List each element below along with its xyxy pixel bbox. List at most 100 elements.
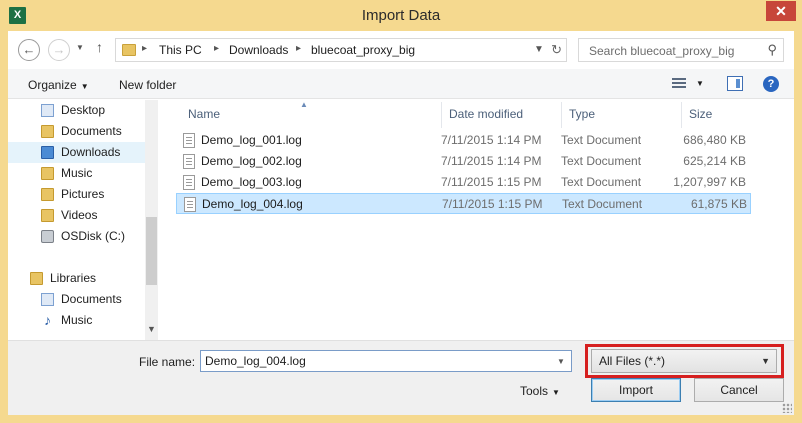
scrollbar-thumb[interactable] — [146, 217, 157, 285]
up-arrow-icon[interactable]: ↑ — [96, 39, 103, 55]
documents-library-icon — [41, 293, 54, 306]
address-dropdown-icon[interactable]: ▼ — [534, 44, 544, 55]
music-note-icon: ♪ — [44, 312, 51, 328]
resize-grip[interactable] — [782, 403, 792, 413]
nav-item-label: Libraries — [50, 271, 97, 285]
folder-icon — [122, 44, 136, 56]
chevron-down-icon[interactable]: ▼ — [557, 357, 565, 366]
documents-folder-icon — [41, 125, 54, 138]
text-file-icon — [183, 154, 195, 169]
column-header-size[interactable]: Size — [689, 107, 712, 121]
file-date: 7/11/2015 1:15 PM — [441, 175, 542, 189]
column-divider[interactable] — [441, 102, 442, 128]
file-type: Text Document — [561, 175, 642, 189]
preview-pane-icon[interactable] — [727, 76, 743, 91]
view-options-icon[interactable] — [672, 78, 686, 90]
disk-icon — [41, 230, 54, 243]
nav-item-library-music[interactable]: ♪ Music — [8, 310, 145, 331]
file-type: Text Document — [561, 133, 642, 147]
search-placeholder[interactable]: Search bluecoat_proxy_big — [589, 44, 734, 58]
import-button[interactable]: Import — [591, 378, 681, 402]
file-name: Demo_log_003.log — [201, 175, 302, 189]
new-folder-button[interactable]: New folder — [119, 78, 176, 92]
file-name-input[interactable] — [200, 350, 572, 372]
nav-item-desktop[interactable]: Desktop — [8, 100, 145, 121]
title-bar[interactable]: X Import Data ✕ — [0, 0, 802, 31]
navigation-pane: Desktop Documents Downloads Music Pictur… — [8, 100, 158, 340]
breadcrumb-chevron-icon[interactable]: ▸ — [214, 43, 219, 54]
breadcrumb-chevron-icon[interactable]: ▸ — [296, 43, 301, 54]
file-type-dropdown[interactable]: All Files (*.*) ▼ — [591, 349, 777, 373]
column-header-date-modified[interactable]: Date modified — [449, 107, 523, 121]
file-name: Demo_log_002.log — [201, 154, 302, 168]
dialog-body: ← → ▼ ↑ ▸ This PC ▸ Downloads ▸ bluecoat… — [8, 31, 794, 415]
column-divider[interactable] — [561, 102, 562, 128]
nav-item-label: OSDisk (C:) — [61, 229, 125, 243]
scroll-down-icon[interactable]: ▼ — [147, 324, 156, 334]
import-data-dialog: X Import Data ✕ ← → ▼ ↑ ▸ This PC ▸ Down… — [0, 0, 802, 423]
navigation-scrollbar[interactable]: ▼ — [145, 100, 158, 340]
file-name: Demo_log_004.log — [202, 197, 303, 211]
file-list: ▲ Name Date modified Type Size Demo_log_… — [168, 100, 794, 340]
file-name: Demo_log_001.log — [201, 133, 302, 147]
nav-item-libraries[interactable]: Libraries — [8, 268, 145, 289]
nav-item-label: Music — [61, 166, 93, 180]
command-bar: Organize ▼ New folder ▼ ? — [8, 69, 794, 99]
file-row-selected[interactable]: Demo_log_004.log 7/11/2015 1:15 PM Text … — [176, 193, 751, 214]
videos-folder-icon — [41, 209, 54, 222]
breadcrumb-bluecoat-proxy-big[interactable]: bluecoat_proxy_big — [311, 43, 415, 57]
back-arrow-icon[interactable]: ← — [18, 39, 40, 61]
nav-item-documents[interactable]: Documents — [8, 121, 145, 142]
file-type: Text Document — [561, 154, 642, 168]
nav-item-downloads[interactable]: Downloads — [8, 142, 145, 163]
text-file-icon — [184, 197, 196, 212]
nav-item-label: Videos — [61, 208, 98, 222]
recent-locations-chevron-icon[interactable]: ▼ — [76, 43, 84, 52]
nav-item-label: Documents — [61, 292, 122, 306]
forward-arrow-icon[interactable]: → — [48, 39, 70, 61]
tools-menu[interactable]: Tools ▼ — [520, 384, 560, 398]
file-row[interactable]: Demo_log_003.log 7/11/2015 1:15 PM Text … — [176, 172, 751, 193]
nav-item-library-documents[interactable]: Documents — [8, 289, 145, 310]
breadcrumb-downloads[interactable]: Downloads — [229, 43, 288, 57]
file-date: 7/11/2015 1:14 PM — [441, 133, 542, 147]
search-icon[interactable]: ⚲ — [767, 42, 777, 58]
nav-item-osdisk[interactable]: OSDisk (C:) — [8, 226, 145, 247]
nav-item-videos[interactable]: Videos — [8, 205, 145, 226]
nav-item-label: Music — [61, 313, 93, 327]
breadcrumb-chevron-icon[interactable]: ▸ — [142, 43, 147, 54]
chevron-down-icon: ▼ — [761, 356, 770, 366]
breadcrumb-this-pc[interactable]: This PC — [159, 43, 202, 57]
organize-label: Organize — [28, 78, 77, 92]
nav-item-label: Downloads — [61, 145, 121, 159]
column-header-name[interactable]: Name — [188, 107, 220, 121]
tools-label: Tools — [520, 384, 549, 398]
nav-item-label: Documents — [61, 124, 122, 138]
nav-item-pictures[interactable]: Pictures — [8, 184, 145, 205]
file-date: 7/11/2015 1:14 PM — [441, 154, 542, 168]
dialog-footer: File name: ▼ All Files (*.*) ▼ Tools▼ Im… — [8, 340, 794, 415]
organize-menu[interactable]: Organize ▼ — [28, 78, 89, 92]
file-type: Text Document — [562, 197, 643, 211]
help-icon[interactable]: ? — [763, 76, 779, 92]
text-file-icon — [183, 133, 195, 148]
column-divider[interactable] — [681, 102, 682, 128]
file-row[interactable]: Demo_log_001.log 7/11/2015 1:14 PM Text … — [176, 130, 751, 151]
pictures-folder-icon — [41, 188, 54, 201]
close-button[interactable]: ✕ — [766, 1, 796, 21]
nav-item-label: Desktop — [61, 103, 106, 117]
address-bar[interactable]: ▸ This PC ▸ Downloads ▸ bluecoat_proxy_b… — [115, 38, 567, 62]
file-date: 7/11/2015 1:15 PM — [442, 197, 543, 211]
column-header-type[interactable]: Type — [569, 107, 595, 121]
file-name-label: File name: — [139, 355, 196, 369]
file-size: 61,875 KB — [690, 197, 747, 211]
text-file-icon — [183, 175, 195, 190]
desktop-folder-icon — [41, 104, 54, 117]
chevron-down-icon[interactable]: ▼ — [696, 79, 704, 88]
search-box[interactable]: Search bluecoat_proxy_big ⚲ — [578, 38, 784, 62]
refresh-icon[interactable]: ↻ — [551, 42, 562, 58]
cancel-button[interactable]: Cancel — [694, 378, 784, 402]
nav-item-music[interactable]: Music — [8, 163, 145, 184]
chevron-down-icon: ▼ — [552, 388, 560, 397]
file-row[interactable]: Demo_log_002.log 7/11/2015 1:14 PM Text … — [176, 151, 751, 172]
